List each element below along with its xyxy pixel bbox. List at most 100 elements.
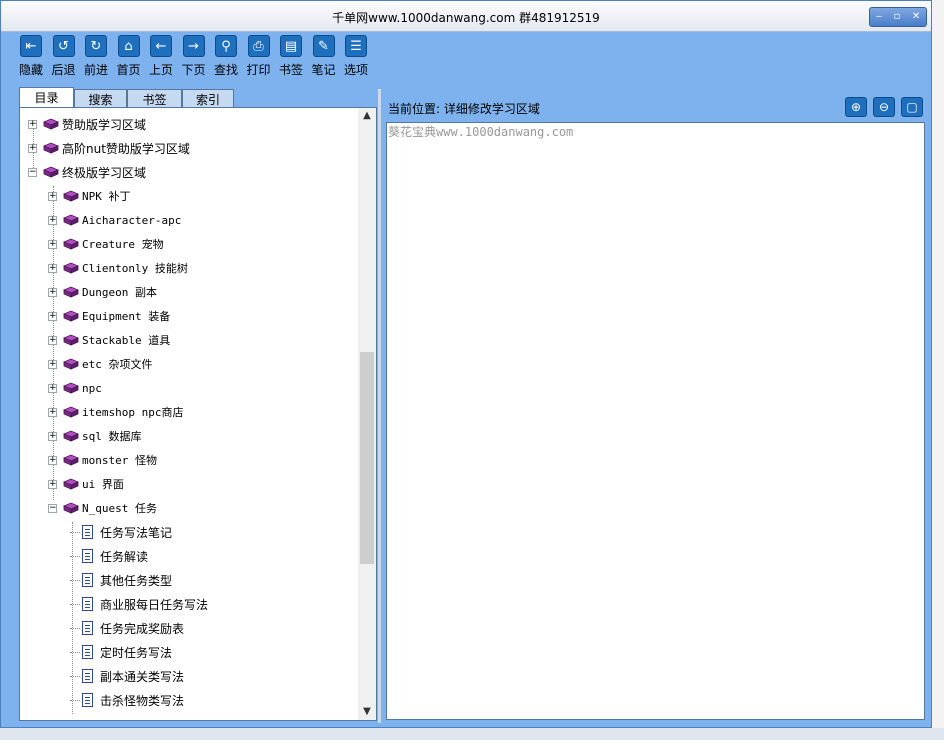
home-button[interactable]: ⌂ 首页: [113, 35, 145, 85]
tab-3[interactable]: 索引: [182, 89, 234, 107]
tree-folder[interactable]: − N_quest 任务: [48, 498, 157, 518]
tree-item[interactable]: 副本通关类写法: [70, 666, 184, 686]
book-icon: [63, 310, 79, 322]
tab-1[interactable]: 搜索: [74, 89, 127, 107]
notes-button[interactable]: ✎ 笔记: [308, 35, 340, 85]
back-button[interactable]: ↺ 后退: [48, 35, 80, 85]
tree-label: npc: [82, 381, 102, 395]
expand-icon[interactable]: +: [48, 239, 57, 249]
content-view[interactable]: 葵花宝典www.1000danwang.com: [386, 122, 925, 720]
tree-item[interactable]: 击杀怪物类写法: [70, 690, 184, 710]
tree-item[interactable]: 定时任务写法: [70, 642, 172, 662]
tree-folder[interactable]: − 终极版学习区域: [28, 162, 146, 182]
expand-icon[interactable]: +: [48, 455, 57, 465]
expand-icon[interactable]: +: [48, 431, 57, 441]
options-button[interactable]: ☰ 选项: [340, 35, 372, 85]
expand-icon[interactable]: +: [28, 119, 37, 129]
next-page-button[interactable]: → 下页: [178, 35, 210, 85]
book-icon: [63, 214, 79, 226]
prev-page-button[interactable]: ← 上页: [145, 35, 177, 85]
collapse-icon[interactable]: −: [48, 503, 57, 513]
collapse-icon[interactable]: −: [28, 167, 37, 177]
search-icon: ⚲: [215, 35, 237, 57]
fullscreen-icon[interactable]: ▢: [901, 97, 923, 117]
tree-folder[interactable]: + sql 数据库: [48, 426, 142, 446]
toolbar-label: 查找: [213, 63, 238, 77]
tree-folder[interactable]: + Clientonly 技能树: [48, 258, 188, 278]
tree-connector: [70, 699, 80, 701]
book-icon: [63, 406, 79, 418]
tree-folder[interactable]: + Stackable 道具: [48, 330, 170, 350]
tree-label: itemshop npc商店: [82, 406, 184, 419]
expand-icon[interactable]: +: [48, 191, 57, 201]
scroll-down-arrow[interactable]: ▼: [358, 704, 376, 720]
tree-folder[interactable]: + monster 怪物: [48, 450, 157, 470]
content-panel: 当前位置: 详细修改学习区域 ⊕ ⊖ ▢ 葵花宝典www.1000danwang.c…: [383, 89, 929, 721]
book-icon: [63, 286, 79, 298]
tree-folder[interactable]: + 高阶nut赞助版学习区域: [28, 138, 190, 158]
hide-button[interactable]: ⇤ 隐藏: [15, 35, 47, 85]
expand-icon[interactable]: +: [48, 359, 57, 369]
tree-item[interactable]: 任务写法笔记: [70, 522, 172, 542]
tree-folder[interactable]: + itemshop npc商店: [48, 402, 183, 422]
tree-folder[interactable]: + NPK 补丁: [48, 186, 131, 206]
print-icon: ⎙: [247, 35, 270, 57]
window-title: 千单网www.1000danwang.com 群481912519: [332, 11, 600, 25]
expand-icon[interactable]: +: [48, 479, 57, 489]
expand-icon[interactable]: +: [48, 311, 57, 321]
tree-folder[interactable]: + Aicharacter-apc: [48, 210, 181, 230]
tree-folder[interactable]: + Equipment 装备: [48, 306, 170, 326]
close-button[interactable]: ✕: [912, 12, 920, 22]
zoom-controls: ⊕ ⊖ ▢: [839, 97, 923, 117]
forward-icon: ↻: [85, 35, 107, 57]
tree-folder[interactable]: + Creature 宠物: [48, 234, 164, 254]
tree-label: N_quest 任务: [82, 502, 157, 515]
tree-folder[interactable]: + Dungeon 副本: [48, 282, 157, 302]
tree-label: Aicharacter-apc: [82, 213, 182, 227]
expand-icon[interactable]: +: [48, 287, 57, 297]
zoom-out-icon[interactable]: ⊖: [873, 97, 895, 117]
book-icon: [43, 118, 59, 130]
tree-item[interactable]: 其他任务类型: [70, 570, 172, 590]
book-icon: [63, 478, 79, 490]
search-button[interactable]: ⚲ 查找: [210, 35, 242, 85]
expand-icon[interactable]: +: [48, 335, 57, 345]
scroll-up-arrow[interactable]: ▲: [358, 108, 376, 124]
tree-scrollbar[interactable]: ▲ ▼: [358, 108, 376, 720]
book-icon: [63, 502, 79, 514]
expand-icon[interactable]: +: [48, 383, 57, 393]
expand-icon[interactable]: +: [48, 215, 57, 225]
document-icon: [82, 573, 93, 587]
tab-0[interactable]: 目录: [19, 87, 74, 107]
tree-folder[interactable]: + npc: [48, 378, 102, 398]
tree-item[interactable]: 商业服每日任务写法: [70, 594, 208, 614]
tree-item[interactable]: 任务完成奖励表: [70, 618, 184, 638]
tab-2[interactable]: 书签: [127, 89, 182, 107]
expand-icon[interactable]: +: [48, 263, 57, 273]
minimize-button[interactable]: ‒: [876, 12, 882, 22]
tree-label: Creature 宠物: [82, 238, 164, 251]
content-text: 葵花宝典www.1000danwang.com: [388, 125, 574, 139]
maximize-button[interactable]: ▫: [894, 12, 901, 22]
tree-folder[interactable]: + 赞助版学习区域: [28, 114, 146, 134]
back-icon: ↺: [52, 35, 75, 57]
tree-item[interactable]: 任务解读: [70, 546, 148, 566]
current-location: 当前位置: 详细修改学习区域: [388, 102, 540, 116]
book-icon: [63, 454, 79, 466]
print-button[interactable]: ⎙ 打印: [243, 35, 275, 85]
tree-folder[interactable]: + ui 界面: [48, 474, 124, 494]
zoom-in-icon[interactable]: ⊕: [845, 97, 867, 117]
title-bar[interactable]: 千单网www.1000danwang.com 群481912519 ‒ ▫ ✕: [1, 1, 931, 32]
tree-label: 任务完成奖励表: [100, 621, 185, 636]
panel-splitter[interactable]: [378, 89, 381, 723]
prev-page-icon: ←: [150, 35, 172, 57]
expand-icon[interactable]: +: [28, 143, 37, 153]
book-icon: [63, 190, 79, 202]
window-controls: ‒ ▫ ✕: [869, 7, 927, 27]
bookmark-button[interactable]: ▤ 书签: [275, 35, 307, 85]
scroll-thumb[interactable]: [360, 352, 374, 564]
expand-icon[interactable]: +: [48, 407, 57, 417]
tree-folder[interactable]: + etc 杂项文件: [48, 354, 153, 374]
forward-button[interactable]: ↻ 前进: [80, 35, 112, 85]
toolbar-label: 后退: [51, 63, 76, 77]
